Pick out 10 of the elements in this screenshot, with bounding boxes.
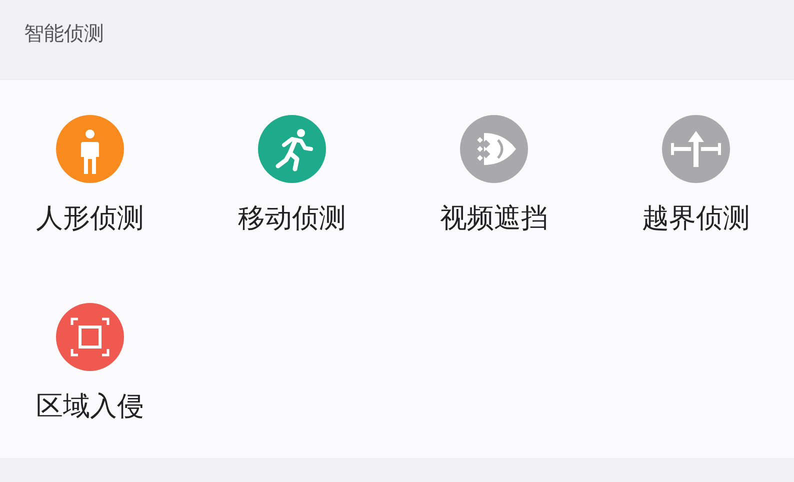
detection-label: 移动侦测 [238,202,346,236]
person-icon[interactable] [56,115,124,183]
occlusion-icon[interactable] [460,115,528,183]
detection-label: 人形侦测 [36,202,144,236]
frame-icon[interactable] [56,303,124,371]
detection-label: 区域入侵 [36,390,144,424]
section-title: 智能侦测 [24,20,104,47]
running-person-icon[interactable] [258,115,326,183]
detection-label: 越界侦测 [642,202,750,236]
detection-label: 视频遮挡 [440,202,548,236]
